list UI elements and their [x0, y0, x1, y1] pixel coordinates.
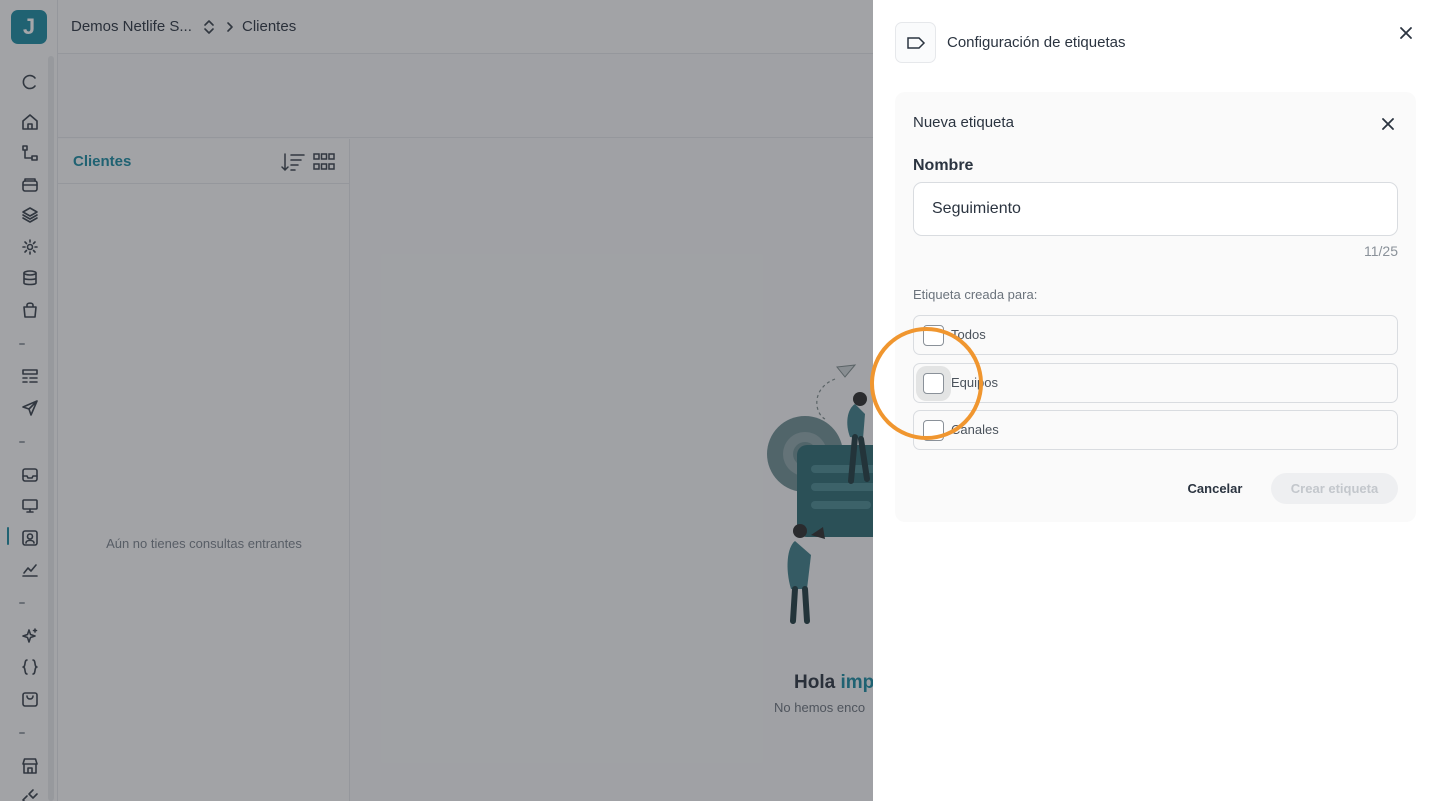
close-icon — [1382, 118, 1394, 130]
tag-icon — [895, 22, 936, 63]
option-equipos[interactable]: Equipos — [913, 363, 1398, 403]
close-drawer-button[interactable] — [1395, 22, 1417, 44]
character-counter: 11/25 — [1364, 243, 1398, 259]
close-icon — [1400, 27, 1412, 39]
close-card-button[interactable] — [1377, 113, 1399, 135]
card-title: Nueva etiqueta — [913, 114, 1014, 131]
option-label: Equipos — [951, 375, 998, 390]
option-label: Canales — [951, 422, 999, 437]
tag-name-input[interactable] — [913, 182, 1398, 236]
checkbox[interactable] — [923, 373, 944, 394]
tag-settings-drawer: Configuración de etiquetas Nueva etiquet… — [873, 0, 1438, 801]
checkbox[interactable] — [923, 325, 944, 346]
modal-backdrop[interactable] — [0, 0, 873, 801]
created-for-label: Etiqueta creada para: — [913, 287, 1038, 302]
option-label: Todos — [951, 327, 986, 342]
option-todos[interactable]: Todos — [913, 315, 1398, 355]
create-tag-button[interactable]: Crear etiqueta — [1271, 473, 1398, 504]
checkbox[interactable] — [923, 420, 944, 441]
new-tag-card: Nueva etiqueta Nombre 11/25 Etiqueta cre… — [895, 92, 1416, 522]
drawer-title: Configuración de etiquetas — [947, 34, 1126, 51]
name-label: Nombre — [913, 157, 974, 174]
option-canales[interactable]: Canales — [913, 410, 1398, 450]
cancel-button[interactable]: Cancelar — [1175, 473, 1255, 503]
